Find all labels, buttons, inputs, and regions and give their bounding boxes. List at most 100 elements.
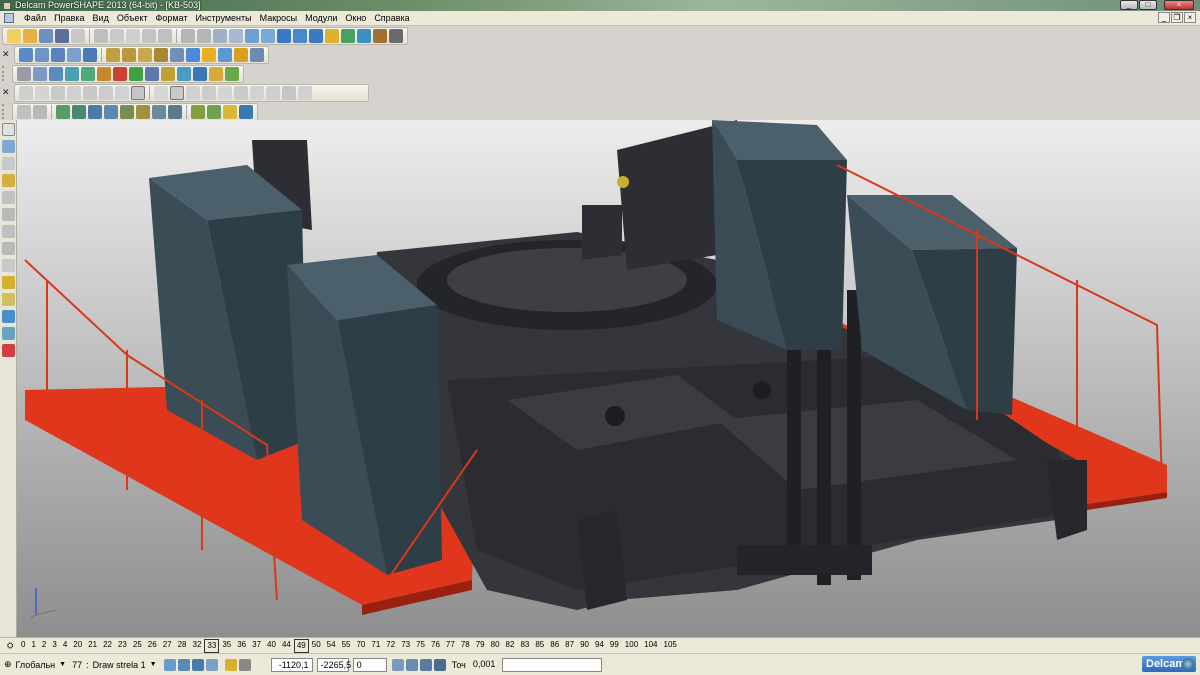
curve-project-icon[interactable] xyxy=(99,85,113,100)
edit-icon[interactable] xyxy=(142,28,156,43)
layer-26[interactable]: 26 xyxy=(145,639,160,653)
zoom-fit-icon[interactable] xyxy=(138,47,152,62)
layer-49[interactable]: 49 xyxy=(293,638,309,653)
chevron-down-icon[interactable]: ▼ xyxy=(59,661,66,668)
coord-z-field[interactable]: 0 xyxy=(352,657,387,672)
layer-27[interactable]: 27 xyxy=(160,639,175,653)
curve-icon[interactable] xyxy=(309,28,323,43)
layer-78[interactable]: 78 xyxy=(458,639,473,653)
zoom-box-icon[interactable] xyxy=(154,47,168,62)
snap-icon[interactable] xyxy=(261,28,275,43)
assembly-edit-icon[interactable] xyxy=(17,104,31,119)
solid-fillet-icon[interactable] xyxy=(209,66,223,81)
layer-54[interactable]: 54 xyxy=(324,639,339,653)
select-icon[interactable] xyxy=(213,28,227,43)
analysis-icon[interactable] xyxy=(2,344,15,357)
solid-box-icon[interactable] xyxy=(49,66,63,81)
component-add-icon[interactable] xyxy=(72,104,86,119)
open-icon[interactable] xyxy=(23,28,37,43)
workplane-icon[interactable] xyxy=(2,157,15,170)
curve-extend-icon[interactable] xyxy=(234,85,248,100)
curve-wave-icon[interactable] xyxy=(154,85,168,100)
light-icon[interactable] xyxy=(234,47,248,62)
redo-icon[interactable] xyxy=(197,28,211,43)
assembly-constraint-icon[interactable] xyxy=(33,104,47,119)
toolbar-grip[interactable] xyxy=(2,104,10,119)
mesh-icon[interactable] xyxy=(2,310,15,323)
delete-icon[interactable] xyxy=(158,28,172,43)
coord-rel-icon[interactable] xyxy=(419,658,432,671)
cut-icon[interactable] xyxy=(94,28,108,43)
view-iso-icon[interactable] xyxy=(67,47,81,62)
cursor-icon[interactable] xyxy=(245,28,259,43)
coord-mode-icon[interactable] xyxy=(391,658,404,671)
toolbar-close-icon[interactable]: ✕ xyxy=(2,87,12,98)
toolbar-close-icon[interactable]: ✕ xyxy=(2,49,12,60)
surface-icon[interactable] xyxy=(341,28,355,43)
layer-83[interactable]: 83 xyxy=(517,639,532,653)
curve-sine-icon[interactable] xyxy=(282,85,296,100)
select-filter-icon[interactable] xyxy=(163,658,176,671)
layer-82[interactable]: 82 xyxy=(503,639,518,653)
component-verify-icon[interactable] xyxy=(207,104,221,119)
layer-77[interactable]: 77 xyxy=(443,639,458,653)
curve-offset-icon[interactable] xyxy=(83,85,97,100)
tolerance-field[interactable]: 0,001 xyxy=(470,658,498,672)
curve-box-icon[interactable] xyxy=(131,85,145,100)
layer-25[interactable]: 25 xyxy=(130,639,145,653)
layer-23[interactable]: 23 xyxy=(115,639,130,653)
layer-73[interactable]: 73 xyxy=(398,639,413,653)
solid-icon[interactable] xyxy=(357,28,371,43)
layer-86[interactable]: 86 xyxy=(547,639,562,653)
layer-22[interactable]: 22 xyxy=(100,639,115,653)
layer-79[interactable]: 79 xyxy=(473,639,488,653)
mdi-minimize-button[interactable]: _ xyxy=(1158,12,1170,23)
surfaces-icon[interactable] xyxy=(2,276,15,289)
level-selector[interactable]: Draw strela 1 xyxy=(93,660,146,670)
workplane-icon[interactable]: ⊕ xyxy=(4,659,12,670)
layer-70[interactable]: 70 xyxy=(353,639,368,653)
curve-smooth-icon[interactable] xyxy=(218,85,232,100)
model-viewport[interactable] xyxy=(17,120,1200,637)
menu-modules[interactable]: Модули xyxy=(301,11,341,25)
layer-0[interactable]: 0 xyxy=(18,639,28,653)
component-export-icon[interactable] xyxy=(239,104,253,119)
paste-icon[interactable] xyxy=(126,28,140,43)
coord-y-field[interactable]: -2265,5 xyxy=(316,657,351,672)
layer-28[interactable]: 28 xyxy=(175,639,190,653)
menu-tools[interactable]: Инструменты xyxy=(191,11,255,25)
arcs-icon[interactable] xyxy=(2,208,15,221)
pan-icon[interactable] xyxy=(170,47,184,62)
snap-mode-icon[interactable] xyxy=(224,658,237,671)
view-iso2-icon[interactable] xyxy=(83,47,97,62)
component-explode-icon[interactable] xyxy=(120,104,134,119)
layer-1[interactable]: 1 xyxy=(28,639,38,653)
layer-94[interactable]: 94 xyxy=(592,639,607,653)
layer-4[interactable]: 4 xyxy=(60,639,70,653)
menu-view[interactable]: Вид xyxy=(89,11,113,25)
component-check-icon[interactable] xyxy=(191,104,205,119)
warning-icon[interactable] xyxy=(2,174,15,187)
globe-icon[interactable] xyxy=(186,47,200,62)
copy-icon[interactable] xyxy=(110,28,124,43)
chevron-down-icon[interactable]: ▼ xyxy=(150,661,157,668)
lines-icon[interactable] xyxy=(2,191,15,204)
menu-window[interactable]: Окно xyxy=(341,11,370,25)
select-box-icon[interactable] xyxy=(205,658,218,671)
solid-extrude-icon[interactable] xyxy=(129,66,143,81)
solid-sphere-icon[interactable] xyxy=(81,66,95,81)
component-move-icon[interactable] xyxy=(136,104,150,119)
select-mode-icon[interactable] xyxy=(177,658,190,671)
solid-cylinder-icon[interactable] xyxy=(65,66,79,81)
layer-99[interactable]: 99 xyxy=(607,639,622,653)
properties-icon[interactable] xyxy=(71,28,85,43)
save-icon[interactable] xyxy=(39,28,53,43)
solid-tree-icon[interactable] xyxy=(193,66,207,81)
layer-76[interactable]: 76 xyxy=(428,639,443,653)
coord-polar-icon[interactable] xyxy=(433,658,446,671)
component-icon[interactable] xyxy=(56,104,70,119)
text-icon[interactable] xyxy=(2,242,15,255)
select-window-icon[interactable] xyxy=(191,658,204,671)
component-tree-icon[interactable] xyxy=(168,104,182,119)
component-replace-icon[interactable] xyxy=(104,104,118,119)
